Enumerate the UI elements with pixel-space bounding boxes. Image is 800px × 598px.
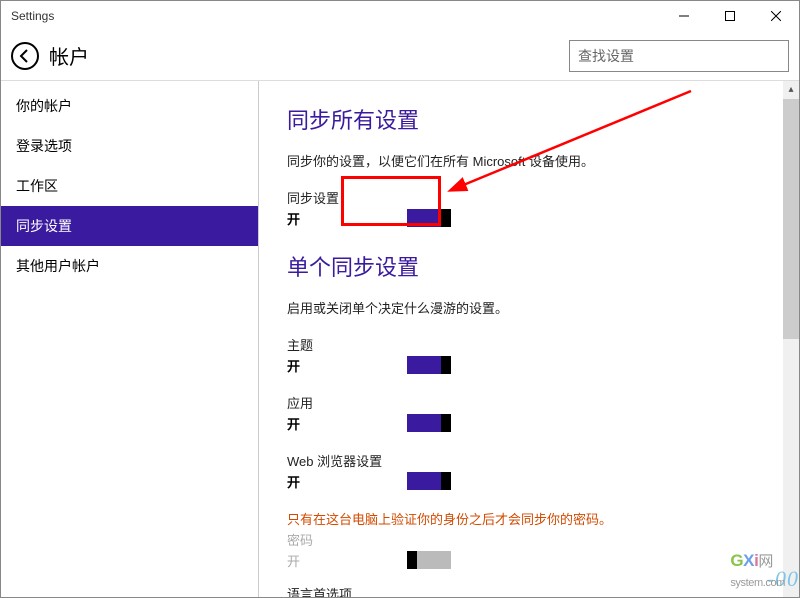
watermark: GXi网system.com [730,550,785,591]
sidebar-item-signin-options[interactable]: 登录选项 [1,126,258,166]
close-button[interactable] [753,1,799,31]
apps-toggle[interactable] [407,414,451,432]
sync-settings-toggle-row: 同步设置 开 [287,188,771,228]
webbrowser-label: Web 浏览器设置 [287,451,771,470]
section-title-individual: 单个同步设置 [287,250,771,282]
sync-toggle-label: 同步设置 [287,188,771,207]
scrollbar-thumb[interactable] [783,99,799,339]
webbrowser-toggle[interactable] [407,472,451,490]
theme-label: 主题 [287,335,771,354]
apps-state: 开 [287,414,357,433]
theme-state: 开 [287,356,357,375]
sidebar-item-label: 同步设置 [16,216,72,236]
language-label: 语言首选项 [287,584,771,597]
apps-row: 应用 开 [287,393,771,433]
search-input[interactable]: 查找设置 [569,40,789,72]
minimize-button[interactable] [661,1,707,31]
sync-toggle-state: 开 [287,209,357,228]
sidebar-item-label: 登录选项 [16,136,72,156]
webbrowser-state: 开 [287,472,357,491]
sidebar-item-sync-settings[interactable]: 同步设置 [1,206,258,246]
individual-description: 启用或关闭单个决定什么漫游的设置。 [287,298,771,317]
maximize-button[interactable] [707,1,753,31]
theme-toggle[interactable] [407,356,451,374]
sidebar-item-your-account[interactable]: 你的帐户 [1,86,258,126]
password-toggle [407,551,451,569]
header: 帐户 查找设置 [1,31,799,81]
password-warning: 只有在这台电脑上验证你的身份之后才会同步你的密码。 [287,509,771,528]
sidebar-item-label: 你的帐户 [16,96,72,116]
sidebar-item-label: 工作区 [16,176,58,196]
apps-label: 应用 [287,393,771,412]
titlebar: Settings [1,1,799,31]
password-label: 密码 [287,530,771,549]
password-row: 密码 开 [287,530,771,570]
page-title: 帐户 [49,41,89,70]
scrollbar-up-icon[interactable]: ▴ [783,81,799,97]
sidebar-item-other-accounts[interactable]: 其他用户帐户 [1,246,258,286]
webbrowser-row: Web 浏览器设置 开 [287,451,771,491]
sidebar-item-workplace[interactable]: 工作区 [1,166,258,206]
content: 同步所有设置 同步你的设置，以便它们在所有 Microsoft 设备使用。 同步… [259,81,799,597]
search-placeholder: 查找设置 [578,46,634,66]
window-title: Settings [11,9,54,23]
back-button[interactable] [11,42,39,70]
section-title-sync-all: 同步所有设置 [287,103,771,135]
sync-all-description: 同步你的设置，以便它们在所有 Microsoft 设备使用。 [287,151,771,170]
body: 你的帐户 登录选项 工作区 同步设置 其他用户帐户 同步所有设置 同步你的设置，… [1,81,799,597]
sidebar: 你的帐户 登录选项 工作区 同步设置 其他用户帐户 [1,81,259,597]
password-state: 开 [287,551,357,570]
sidebar-item-label: 其他用户帐户 [16,256,100,276]
theme-row: 主题 开 [287,335,771,375]
window-controls [661,1,799,31]
sync-toggle[interactable] [407,209,451,227]
